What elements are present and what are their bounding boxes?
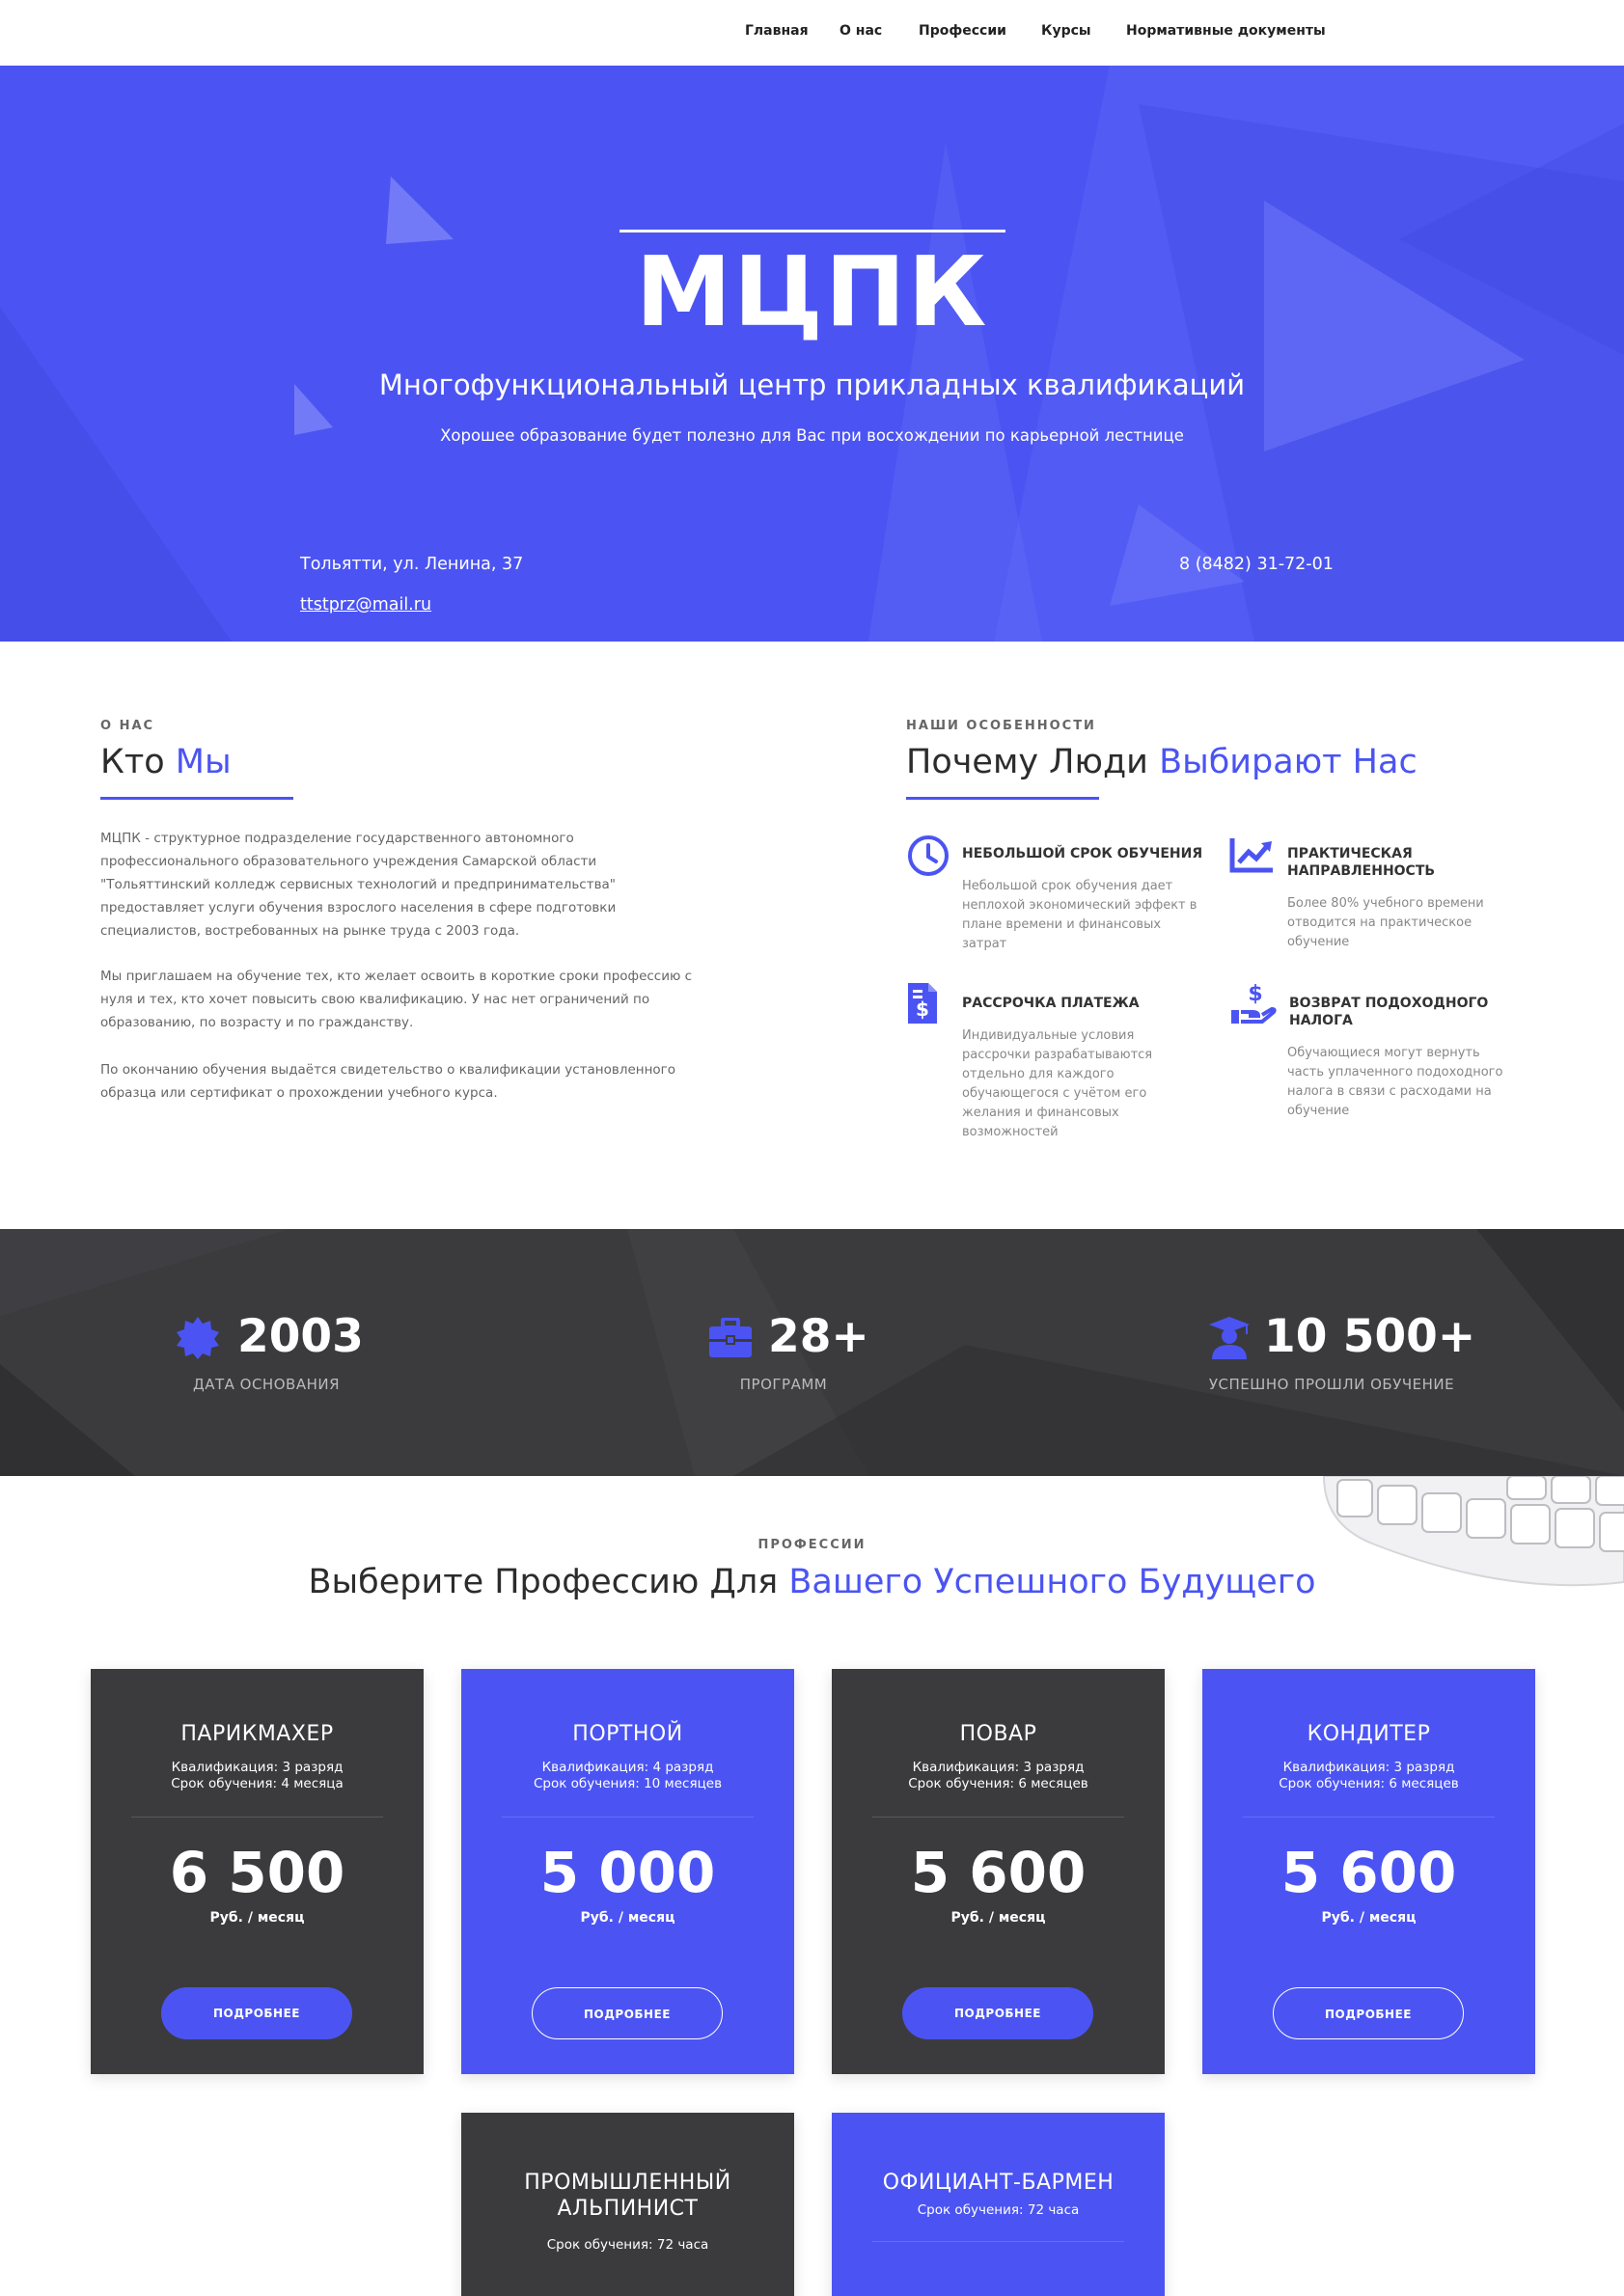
card-title: ПАРИКМАХЕР [180,1722,334,1746]
page: { "nav": { "items": [ {"label": "Главная… [0,0,1624,2296]
card-divider [131,1817,383,1818]
card-term: Срок обучения: 10 месяцев [533,1776,723,1791]
hero-banner: МЦПК Многофункциональный центр прикладны… [0,66,1624,642]
svg-text:$: $ [916,998,929,1021]
about-title: Кто Мы [100,743,232,781]
about-title-part2: Мы [175,743,232,781]
professions-section-label: ПРОФЕССИИ [757,1538,867,1552]
nav-item-home[interactable]: Главная [745,23,809,39]
about-title-underline [100,797,293,800]
svg-text:$: $ [1248,982,1262,1006]
features-section-label: НАШИ ОСОБЕННОСТИ [906,719,1096,733]
top-navigation: Главная О нас Профессии Курсы Нормативны… [0,0,1624,66]
card-divider [502,1817,754,1818]
about-paragraph-3: По окончанию обучения выдаётся свидетель… [100,1062,676,1101]
professions-title: Выберите Профессию Для Вашего Успешного … [0,1563,1624,1601]
feature-title-4: ВОЗВРАТ ПОДОХОДНОГО НАЛОГА [1289,996,1489,1028]
stat-value-graduates: 10 500+ [1264,1310,1476,1363]
stat-value-programs: 28+ [768,1310,869,1363]
card-qualification: Квалификация: 3 разряд [171,1760,344,1775]
hero-phone[interactable]: 8 (8482) 31-72-01 [1179,555,1334,574]
details-button[interactable]: ПОДРОБНЕЕ [902,1987,1093,2039]
card-price-unit: Руб. / месяц [580,1910,675,1926]
nav-item-about[interactable]: О нас [840,23,882,39]
card-divider [872,1817,1124,1818]
card-divider [1243,1817,1495,1818]
card-price-unit: Руб. / месяц [950,1910,1046,1926]
stat-value-founded: 2003 [237,1310,364,1363]
profession-card-hairdresser: ПАРИКМАХЕР Квалификация: 3 разряд Срок о… [91,1669,424,2074]
feature-text-4: Обучающиеся могут вернуть часть уплаченн… [1287,1046,1503,1118]
briefcase-icon [708,1317,753,1362]
about-paragraph-1: МЦПК - структурное подразделение государ… [100,831,617,939]
stats-band: 2003 ДАТА ОСНОВАНИЯ 28+ ПРОГРАММ 10 500+… [0,1229,1624,1476]
stat-label-founded: ДАТА ОСНОВАНИЯ [192,1376,340,1393]
card-price: 6 500 [169,1840,345,1905]
hero-background-shapes [0,66,1624,642]
features-title-underline [906,797,1099,800]
hero-divider [619,230,1005,232]
clock-icon [906,834,950,882]
card-price: 5 600 [910,1840,1087,1905]
features-title-part1: Почему Люди [906,743,1148,781]
nav-item-professions[interactable]: Профессии [919,23,1006,39]
stat-label-graduates: УСПЕШНО ПРОШЛИ ОБУЧЕНИЕ [1208,1376,1455,1393]
feature-text-2: Более 80% учебного времени отводится на … [1287,896,1484,949]
card-title: ПОВАР [959,1722,1037,1746]
invoice-dollar-icon: $ [906,981,939,1029]
card-term: Срок обучения: 4 месяца [171,1776,344,1791]
card-price-unit: Руб. / месяц [1321,1910,1417,1926]
features-title-part2: Выбирают Нас [1159,743,1418,781]
hand-dollar-icon: $ [1229,981,1278,1029]
card-price: 5 000 [539,1840,716,1905]
graduate-icon [1208,1316,1251,1364]
about-section-label: О НАС [100,719,155,733]
card-qualification: Квалификация: 3 разряд [1282,1760,1455,1775]
profession-card-industrial-climber: ПРОМЫШЛЕННЫЙ АЛЬПИНИСТ Срок обучения: 72… [461,2113,794,2296]
card-qualification: Квалификация: 3 разряд [912,1760,1085,1775]
nav-item-courses[interactable]: Курсы [1041,23,1091,39]
card-term: Срок обучения: 72 часа [546,2237,709,2253]
nav-item-documents[interactable]: Нормативные документы [1126,23,1326,39]
profession-card-cook: ПОВАР Квалификация: 3 разряд Срок обучен… [832,1669,1165,2074]
profession-card-confectioner: КОНДИТЕР Квалификация: 3 разряд Срок обу… [1202,1669,1535,2074]
certificate-badge-icon [176,1316,220,1364]
details-button[interactable]: ПОДРОБНЕЕ [161,1987,352,2039]
features-title: Почему Люди Выбирают Нас [906,743,1418,781]
card-title: ПОРТНОЙ [572,1722,683,1746]
hero-tagline: Хорошее образование будет полезно для Ва… [440,426,1184,445]
card-price: 5 600 [1280,1840,1457,1905]
card-qualification: Квалификация: 4 разряд [541,1760,714,1775]
professions-title-part2: Вашего Успешного Будущего [788,1563,1316,1601]
card-price-unit: Руб. / месяц [209,1910,305,1926]
card-title: КОНДИТЕР [1307,1722,1431,1746]
stat-label-programs: ПРОГРАММ [739,1376,828,1393]
feature-text-1: Небольшой срок обучения дает неплохой эк… [962,879,1197,951]
profession-card-waiter-bartender: ОФИЦИАНТ-БАРМЕН Срок обучения: 72 часа [832,2113,1165,2296]
hero-title: МЦПК [635,235,989,348]
card-term: Срок обучения: 6 месяцев [1279,1776,1459,1791]
card-title-line2: АЛЬПИНИСТ [557,2197,699,2221]
card-term: Срок обучения: 6 месяцев [908,1776,1088,1791]
details-button[interactable]: ПОДРОБНЕЕ [1273,1987,1464,2039]
hero-email-link[interactable]: ttstprz@mail.ru [300,595,431,615]
card-title-line1: ПРОМЫШЛЕННЫЙ [524,2171,731,2195]
hero-subtitle: Многофункциональный центр прикладных ква… [378,369,1246,401]
feature-title-3: РАССРОЧКА ПЛАТЕЖА [962,996,1140,1011]
chart-up-icon [1229,835,1276,878]
card-term: Срок обучения: 72 часа [917,2202,1080,2218]
professions-title-part1: Выберите Профессию Для [308,1563,779,1601]
feature-title-1: НЕБОЛЬШОЙ СРОК ОБУЧЕНИЯ [962,846,1203,861]
feature-title-2: ПРАКТИЧЕСКАЯ НАПРАВЛЕННОСТЬ [1287,846,1436,879]
details-button[interactable]: ПОДРОБНЕЕ [532,1987,723,2039]
card-title: ОФИЦИАНТ-БАРМЕН [882,2171,1115,2195]
about-title-part1: Кто [100,743,165,781]
profession-card-tailor: ПОРТНОЙ Квалификация: 4 разряд Срок обуч… [461,1669,794,2074]
about-paragraph-2: Мы приглашаем на обучение тех, кто желае… [100,969,693,1030]
card-divider [872,2241,1124,2242]
hero-address: Тольятти, ул. Ленина, 37 [300,555,524,574]
feature-text-3: Индивидуальные условия рассрочки разраба… [962,1028,1153,1139]
